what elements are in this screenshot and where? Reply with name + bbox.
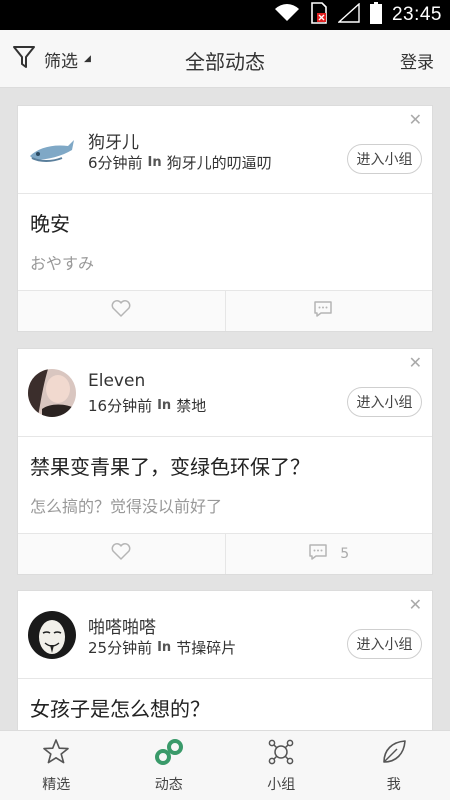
battery-icon xyxy=(369,2,382,28)
post-meta: 6分钟前 In 狗牙儿的叨逼叨 xyxy=(88,152,272,173)
comment-icon xyxy=(313,300,333,322)
post-meta: 25分钟前 In 节操碎片 xyxy=(88,637,236,658)
comment-button[interactable]: 5 xyxy=(224,534,433,574)
nav-label: 小组 xyxy=(267,776,296,793)
card-header: 狗牙儿 6分钟前 In 狗牙儿的叨逼叨 进入小组 xyxy=(18,106,432,194)
user-name[interactable]: 啪嗒啪嗒 xyxy=(88,613,156,638)
status-icons: 23:45 xyxy=(274,0,442,30)
comment-count: 5 xyxy=(340,546,350,562)
post-time: 25分钟前 xyxy=(88,639,153,657)
card-header: 啪嗒啪嗒 25分钟前 In 节操碎片 进入小组 xyxy=(18,591,432,679)
post-title: 女孩子是怎么想的？ xyxy=(30,697,210,721)
post-title: 禁果变青果了，变绿色环保了？ xyxy=(30,455,310,479)
bottom-navigation: 精选 动态 小组 我 xyxy=(0,730,450,800)
user-name[interactable]: 狗牙儿 xyxy=(88,128,139,153)
group-name[interactable]: 狗牙儿的叨逼叨 xyxy=(167,152,272,173)
caret-down-icon: ◢ xyxy=(84,54,91,64)
status-bar: 23:45 xyxy=(0,0,450,30)
leaf-icon xyxy=(380,738,408,770)
heart-icon xyxy=(111,300,131,322)
nav-item-groups[interactable]: 小组 xyxy=(225,731,338,800)
wifi-icon xyxy=(274,3,300,27)
group-name[interactable]: 节操碎片 xyxy=(176,637,236,658)
post-body[interactable]: 晚安 おやすみ xyxy=(18,194,432,291)
nav-label: 精选 xyxy=(42,776,71,793)
filter-label: 筛选 xyxy=(44,51,78,72)
feed-card[interactable]: ✕ 狗牙儿 6分钟前 In 狗牙儿的叨逼叨 进入小组 晚安 おやすみ xyxy=(17,105,433,332)
activity-feed[interactable]: ✕ 狗牙儿 6分钟前 In 狗牙儿的叨逼叨 进入小组 晚安 おやすみ ✕ Ele… xyxy=(0,88,450,730)
enter-group-button[interactable]: 进入小组 xyxy=(347,144,422,174)
login-button[interactable]: 登录 xyxy=(400,48,434,73)
post-excerpt: 怎么搞的？觉得没以前好了 xyxy=(30,497,223,516)
feed-card[interactable]: ✕ Eleven 16分钟前 In 禁地 进入小组 禁果变青果了，变绿色环保了？… xyxy=(17,348,433,575)
user-name[interactable]: Eleven xyxy=(88,371,145,391)
filter-button[interactable]: 筛选 ◢ xyxy=(12,44,91,74)
like-button[interactable] xyxy=(18,534,225,574)
post-body[interactable]: 女孩子是怎么想的？ xyxy=(18,679,432,730)
nav-label: 我 xyxy=(386,776,401,793)
top-app-bar: 筛选 ◢ 全部动态 登录 xyxy=(0,30,450,88)
chain-link-icon xyxy=(154,738,184,770)
signal-icon xyxy=(337,2,360,27)
post-time: 6分钟前 xyxy=(88,154,143,172)
card-actions: 5 xyxy=(18,534,432,574)
like-button[interactable] xyxy=(18,291,225,331)
nav-label: 动态 xyxy=(154,776,183,793)
comment-icon xyxy=(308,543,328,565)
card-actions xyxy=(18,291,432,331)
post-excerpt: おやすみ xyxy=(30,254,95,273)
status-clock: 23:45 xyxy=(391,4,442,25)
in-label: In xyxy=(157,398,172,413)
group-network-icon xyxy=(267,738,295,770)
post-meta: 16分钟前 In 禁地 xyxy=(88,395,206,416)
feed-card[interactable]: ✕ 啪嗒啪嗒 25分钟前 In 节操碎片 进入小组 女孩子是怎么想的？ xyxy=(17,590,433,730)
filter-funnel-icon xyxy=(12,45,36,73)
card-header: Eleven 16分钟前 In 禁地 进入小组 xyxy=(18,349,432,437)
heart-icon xyxy=(111,543,131,565)
post-body[interactable]: 禁果变青果了，变绿色环保了？ 怎么搞的？觉得没以前好了 xyxy=(18,437,432,534)
avatar[interactable] xyxy=(28,369,76,417)
enter-group-button[interactable]: 进入小组 xyxy=(347,629,422,659)
comment-button[interactable] xyxy=(224,291,433,331)
avatar[interactable] xyxy=(28,611,76,659)
in-label: In xyxy=(157,640,172,655)
star-icon xyxy=(42,738,70,770)
nav-item-featured[interactable]: 精选 xyxy=(0,731,113,800)
post-title: 晚安 xyxy=(30,212,70,236)
post-time: 16分钟前 xyxy=(88,397,153,415)
nav-item-me[interactable]: 我 xyxy=(338,731,450,800)
group-name[interactable]: 禁地 xyxy=(176,395,206,416)
sim-off-icon xyxy=(310,2,328,28)
in-label: In xyxy=(147,155,162,170)
avatar[interactable] xyxy=(28,126,76,174)
nav-item-activity[interactable]: 动态 xyxy=(113,731,226,800)
enter-group-button[interactable]: 进入小组 xyxy=(347,387,422,417)
